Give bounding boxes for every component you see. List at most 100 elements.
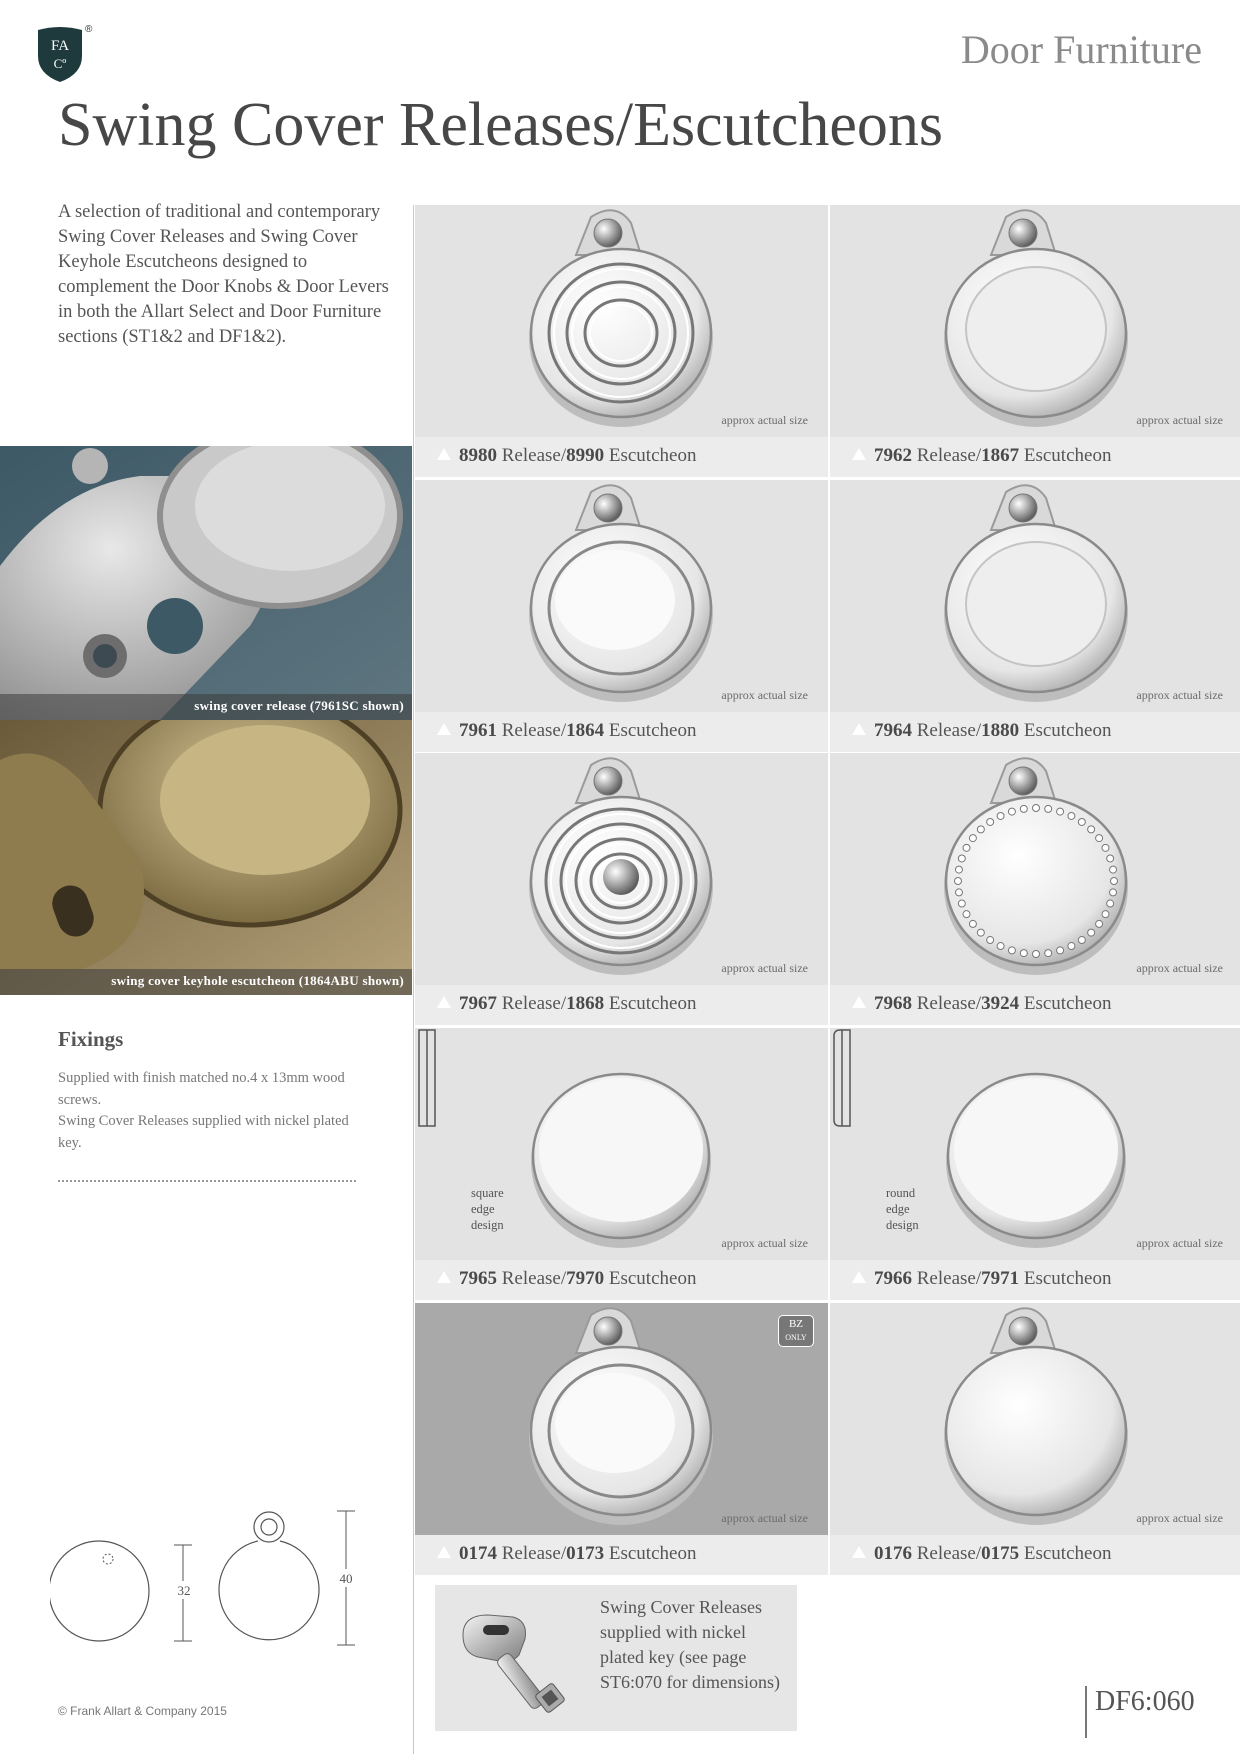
triangle-icon (852, 1271, 866, 1283)
approx-size-label: approx actual size (721, 413, 808, 427)
product-label: 7968 Release/3924 Escutcheon (830, 985, 1240, 1025)
product-image: approx actual size (830, 480, 1240, 712)
product-card-7964: approx actual size 7964 Release/1880 Escu… (830, 480, 1240, 752)
escutcheon-word: Escutcheon (608, 1543, 697, 1564)
product-label: 8980 Release/8990 Escutcheon (415, 437, 828, 477)
release-word: Release/ (916, 445, 982, 466)
fixings-key: Swing Cover Releases supplied with nicke… (58, 1113, 349, 1151)
escutcheon-illustration (529, 209, 713, 427)
product-label: 0174 Release/0173 Escutcheon (415, 1535, 828, 1575)
edge-label-word: square (471, 1186, 504, 1200)
product-label: 0176 Release/0175 Escutcheon (830, 1535, 1240, 1575)
approx-size-label: approx actual size (1136, 1511, 1223, 1525)
escutcheon-word: Escutcheon (608, 993, 697, 1014)
escutcheon-code: 1867 (981, 445, 1020, 466)
dimension-32: 32 (178, 1583, 191, 1598)
triangle-icon (437, 1271, 451, 1283)
product-card-7968: approx actual size 7968 Release/3924 Escu… (830, 753, 1240, 1025)
escutcheon-word: Escutcheon (1023, 993, 1112, 1014)
badge-top: BZ (788, 1318, 804, 1330)
product-image: approx actual size (830, 1303, 1240, 1535)
triangle-icon (437, 996, 451, 1008)
product-label: 7964 Release/1880 Escutcheon (830, 712, 1240, 752)
release-word: Release/ (916, 1543, 982, 1564)
company-logo: FA Cº (38, 27, 82, 82)
triangle-icon (852, 448, 866, 460)
escutcheon-code: 0173 (566, 1543, 605, 1564)
triangle-icon (852, 1546, 866, 1558)
release-word: Release/ (501, 720, 567, 741)
product-card-7966: round edge design approx actual size 7966 Re… (830, 1028, 1240, 1300)
copyright: © Frank Allart & Company 2015 (58, 1704, 227, 1718)
product-card-0174: BZ ONLY approx actual size 0174 Release/017… (415, 1303, 828, 1575)
fixings-title: Fixings (58, 1027, 124, 1051)
dimension-40: 40 (340, 1571, 353, 1586)
escutcheon-code: 7971 (981, 1268, 1020, 1289)
escutcheon-code: 1880 (981, 720, 1020, 741)
release-code: 7966 (874, 1268, 912, 1289)
edge-label-word: design (886, 1218, 919, 1232)
release-code: 7967 (459, 993, 497, 1014)
key-image (462, 1614, 565, 1713)
release-word: Release/ (501, 1268, 567, 1289)
escutcheon-code: 1864 (566, 720, 605, 741)
logo-text-top: FA (51, 38, 69, 54)
escutcheon-illustration (944, 1307, 1128, 1525)
escutcheon-word: Escutcheon (1023, 1268, 1112, 1289)
section-label: Door Furniture (960, 27, 1202, 72)
release-code: 7965 (459, 1268, 497, 1289)
escutcheon-word: Escutcheon (1023, 445, 1112, 466)
edge-label-word: edge (471, 1202, 495, 1216)
badge-bottom: ONLY (785, 1333, 807, 1342)
escutcheon-word: Escutcheon (608, 720, 697, 741)
fixings-screws: Supplied with finish matched no.4 x 13mm… (58, 1070, 345, 1108)
approx-size-label: approx actual size (721, 688, 808, 702)
product-image: round edge design approx actual size (830, 1028, 1240, 1260)
escutcheon-code: 1868 (566, 993, 605, 1014)
dimension-drawing: 32 40 (50, 1510, 356, 1646)
escutcheon-illustration (529, 484, 713, 702)
fixings-text: Supplied with finish matched no.4 x 13mm… (58, 1068, 358, 1154)
edge-profile-icon (833, 1029, 851, 1127)
triangle-icon (852, 996, 866, 1008)
release-word: Release/ (916, 720, 982, 741)
escutcheon-word: Escutcheon (1023, 720, 1112, 741)
escutcheon-word: Escutcheon (608, 445, 697, 466)
product-image: approx actual size (830, 753, 1240, 985)
release-photo: swing cover release (7961SC shown) (0, 446, 412, 720)
product-card-7961: approx actual size 7961 Release/1864 Escu… (415, 480, 828, 752)
approx-size-label: approx actual size (721, 1236, 808, 1250)
edge-label-word: edge (886, 1202, 910, 1216)
escutcheon-illustration (944, 484, 1128, 702)
escutcheon-code: 0175 (981, 1543, 1020, 1564)
product-card-0176: approx actual size 0176 Release/0175 Escu… (830, 1303, 1240, 1575)
release-photo-caption: swing cover release (7961SC shown) (0, 694, 412, 720)
registered-mark: ® (85, 24, 93, 35)
product-card-7965: square edge design approx actual size 7965 R… (415, 1028, 828, 1300)
release-code: 7962 (874, 445, 912, 466)
release-code: 8980 (459, 445, 497, 466)
release-code: 0174 (459, 1543, 497, 1564)
escutcheon-photo-caption: swing cover keyhole escutcheon (1864ABU … (0, 969, 412, 995)
release-word: Release/ (501, 445, 567, 466)
escutcheon-photo: swing cover keyhole escutcheon (1864ABU … (0, 720, 412, 995)
edge-design-label: square edge design (471, 1185, 504, 1233)
escutcheon-code: 3924 (981, 993, 1020, 1014)
release-code: 0176 (874, 1543, 912, 1564)
approx-size-label: approx actual size (1136, 413, 1223, 427)
product-card-7967: approx actual size 7967 Release/1868 Escu… (415, 753, 828, 1025)
product-label: 7961 Release/1864 Escutcheon (415, 712, 828, 752)
bronze-only-badge: BZ ONLY (778, 1315, 814, 1347)
triangle-icon (437, 1546, 451, 1558)
key-note-text: Swing Cover Releases supplied with nicke… (600, 1597, 780, 1692)
product-label: 7967 Release/1868 Escutcheon (415, 985, 828, 1025)
edge-label-word: round (886, 1186, 916, 1200)
product-card-8980: approx actual size 8980 Release/8990 Escu… (415, 205, 828, 477)
edge-label-word: design (471, 1218, 504, 1232)
triangle-icon (437, 448, 451, 460)
release-word: Release/ (501, 1543, 567, 1564)
escutcheon-illustration (529, 757, 713, 975)
approx-size-label: approx actual size (1136, 688, 1223, 702)
approx-size-label: approx actual size (1136, 1236, 1223, 1250)
escutcheon-word: Escutcheon (608, 1268, 697, 1289)
